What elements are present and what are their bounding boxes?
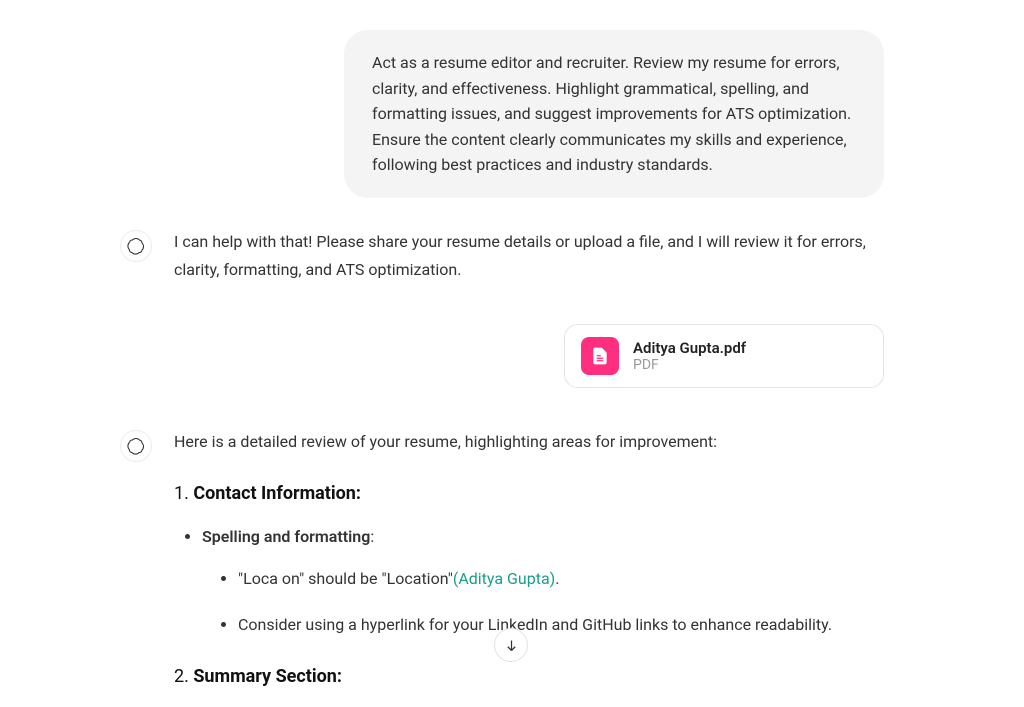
list-item: Spelling and formatting: "Loca on" shoul… [202, 523, 884, 639]
section-2-title: Summary Section: [193, 666, 342, 687]
file-info: Aditya Gupta.pdf PDF [633, 339, 746, 373]
assistant-message-row-2: Here is a detailed review of your resume… [120, 428, 884, 707]
list-item: Consider using a hyperlink for your Link… [238, 611, 884, 639]
section-2-heading: 2. Summary Section: [174, 661, 884, 693]
assistant-message-row-1: I can help with that! Please share your … [120, 228, 884, 284]
user-message-row: Act as a resume editor and recruiter. Re… [120, 30, 884, 198]
chat-container: Act as a resume editor and recruiter. Re… [0, 0, 1024, 707]
citation-link[interactable]: (Aditya Gupta) [453, 569, 555, 588]
assistant-message-text-1: I can help with that! Please share your … [174, 228, 884, 284]
assistant-avatar-icon [120, 230, 152, 262]
scroll-down-button[interactable] [494, 628, 528, 662]
section-1-heading: 1. Contact Information: [174, 478, 884, 510]
sub-bullet-suffix: . [555, 569, 559, 588]
bullet-colon: : [370, 527, 374, 546]
file-attachment-card[interactable]: Aditya Gupta.pdf PDF [564, 324, 884, 388]
file-document-icon [581, 337, 619, 375]
review-content: Here is a detailed review of your resume… [174, 428, 884, 707]
file-type: PDF [633, 357, 746, 373]
list-item: "Loca on" should be "Location"(Aditya Gu… [238, 565, 884, 593]
sub-bullet-text: Consider using a hyperlink for your Link… [238, 615, 832, 634]
sub-bullet-text: "Loca on" should be "Location" [238, 569, 453, 588]
user-message-text: Act as a resume editor and recruiter. Re… [372, 53, 851, 174]
section-2-number: 2. [174, 666, 193, 687]
attachment-row: Aditya Gupta.pdf PDF [120, 324, 884, 388]
section-1-bullets: Spelling and formatting: "Loca on" shoul… [174, 523, 884, 639]
review-intro: Here is a detailed review of your resume… [174, 428, 884, 456]
user-message-bubble: Act as a resume editor and recruiter. Re… [344, 30, 884, 198]
assistant-avatar-icon [120, 430, 152, 462]
section-1-title: Contact Information: [193, 483, 361, 504]
arrow-down-icon [504, 638, 519, 653]
bullet-label: Spelling and formatting [202, 527, 370, 546]
sub-bullet-list: "Loca on" should be "Location"(Aditya Gu… [202, 565, 884, 639]
file-name: Aditya Gupta.pdf [633, 339, 746, 357]
section-1-number: 1. [174, 483, 193, 504]
